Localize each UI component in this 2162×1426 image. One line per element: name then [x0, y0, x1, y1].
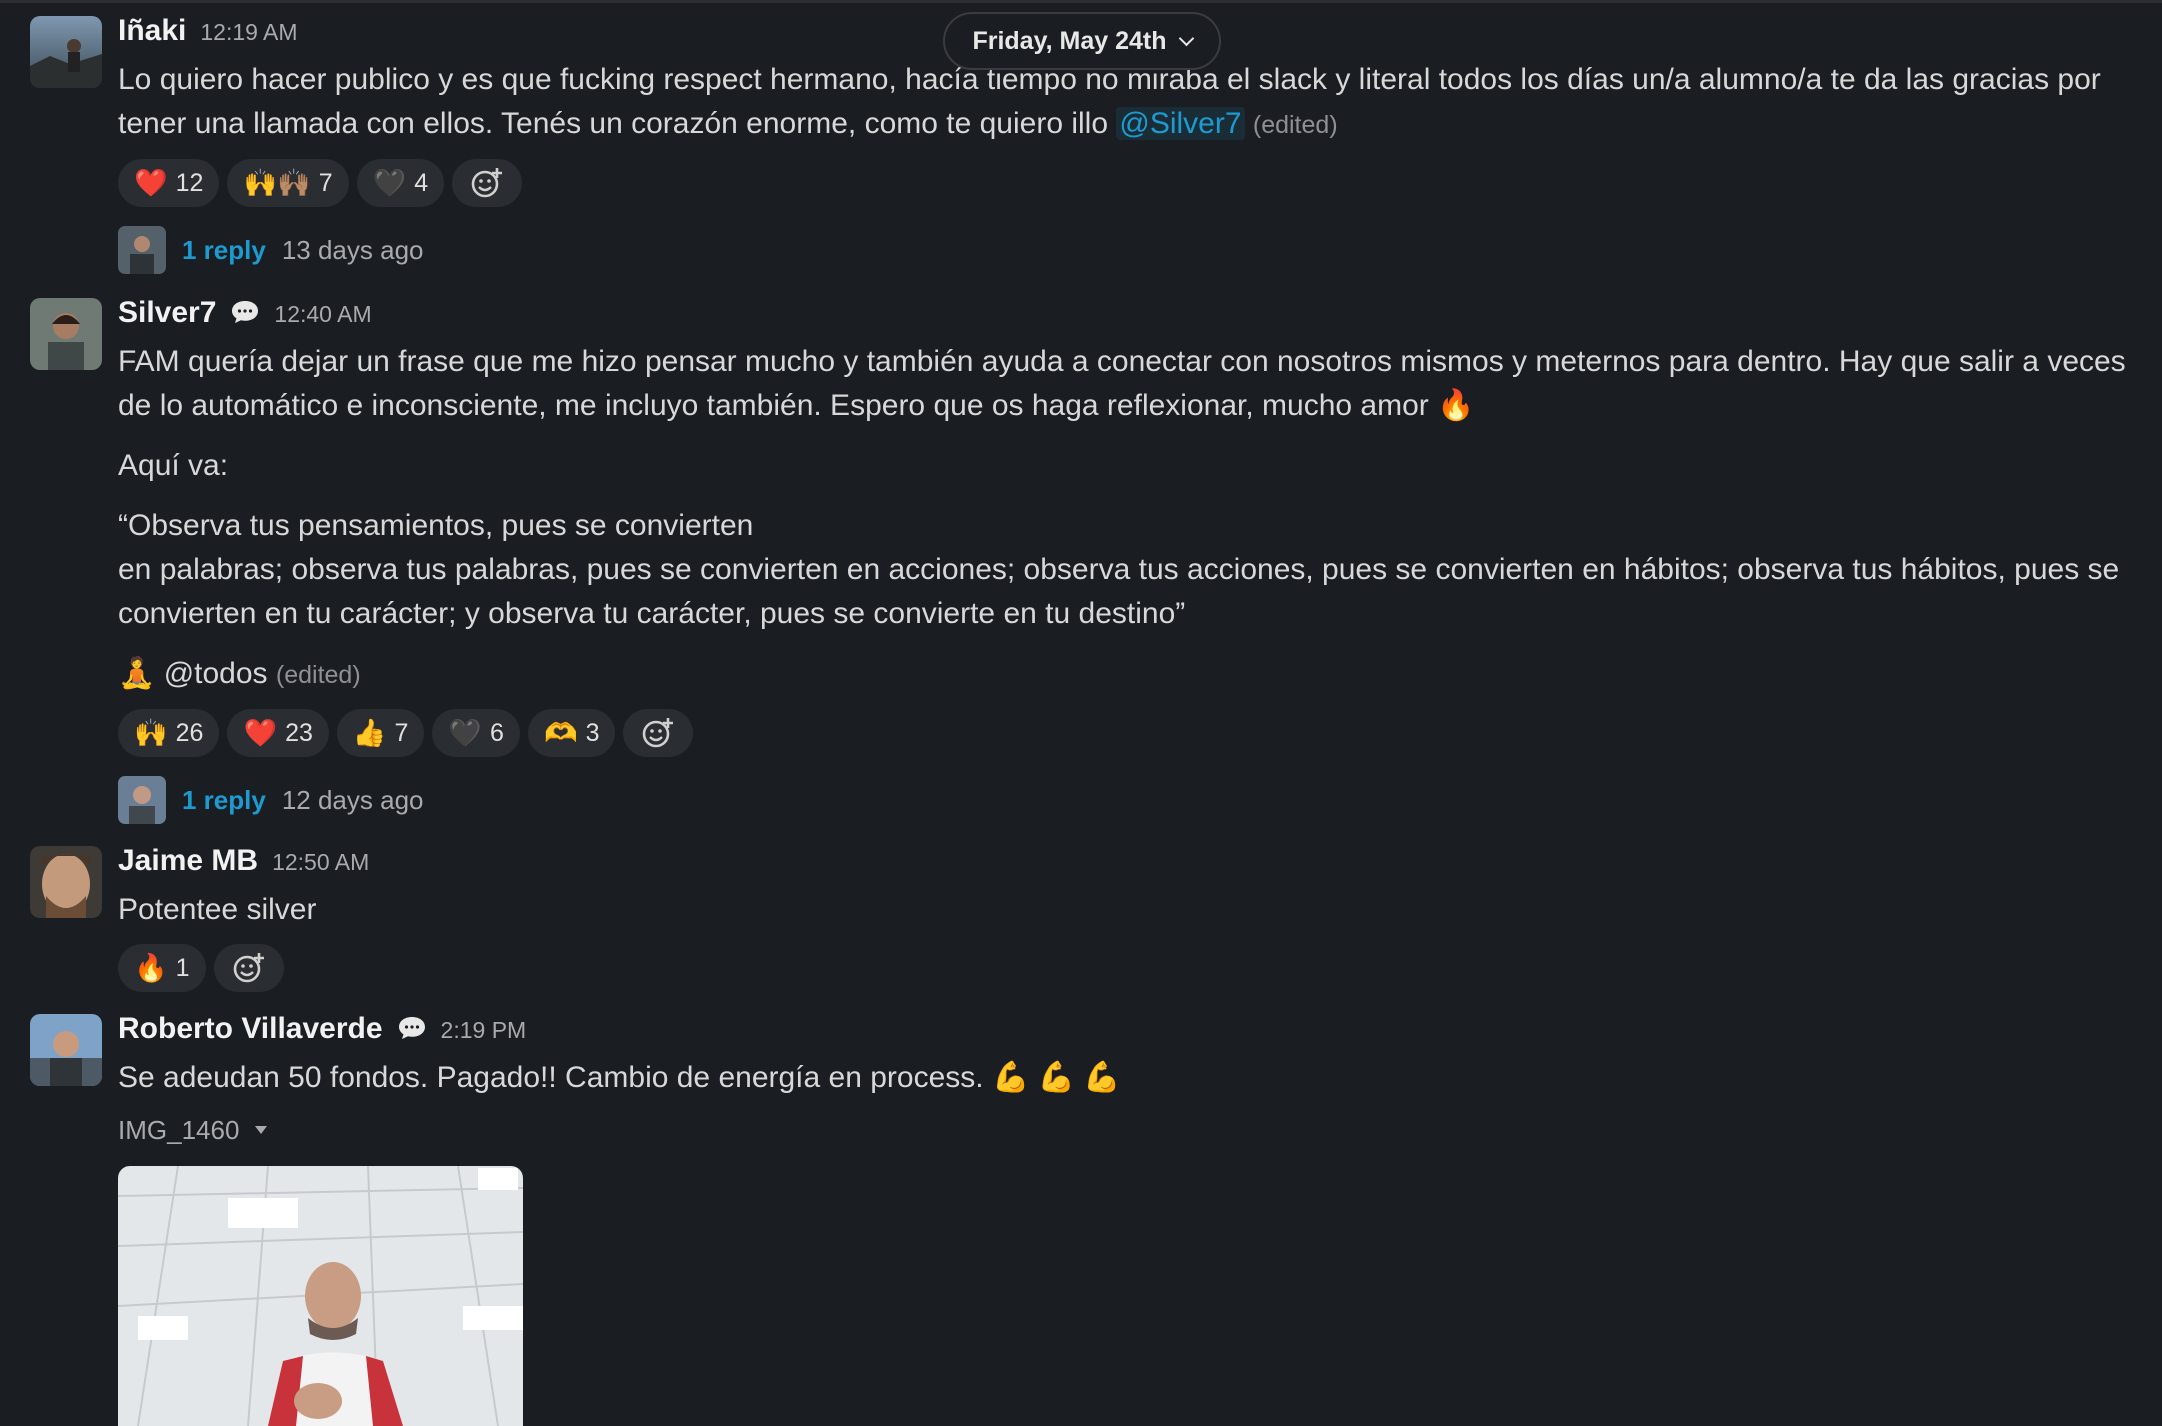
quote-line: en palabras; observa tus palabras, pues …: [118, 553, 2120, 630]
add-reaction-icon: [233, 953, 264, 983]
message-intro: Aquí va:: [118, 449, 229, 482]
reaction-emoji: 🙌: [134, 717, 168, 748]
author-name[interactable]: Jaime MB: [118, 844, 258, 878]
reaction-black-heart[interactable]: 🖤 6: [432, 709, 520, 757]
message-feed: Friday, May 24th Iñaki 12:19 AM Lo quier…: [0, 0, 2162, 1426]
reaction-heart[interactable]: ❤️ 12: [118, 159, 220, 207]
reaction-thumbs-up[interactable]: 👍 7: [336, 709, 425, 757]
caret-down-icon: [255, 1126, 268, 1134]
reaction-raised-hands[interactable]: 🙌🙌🏽 7: [227, 159, 349, 207]
reaction-count: 7: [394, 718, 409, 747]
chevron-down-icon: [1178, 30, 1194, 46]
last-reply-time: 13 days ago: [281, 234, 424, 265]
message-text: FAM quería dejar un frase que me hizo pe…: [118, 340, 2142, 428]
date-divider-label: Friday, May 24th: [972, 26, 1167, 55]
reaction-count: 12: [175, 168, 204, 197]
avatar: [118, 776, 166, 824]
author-name[interactable]: Iñaki: [118, 14, 186, 48]
fire-emoji: 🔥: [1437, 389, 1475, 422]
author-name[interactable]: Silver7: [118, 296, 216, 330]
message-body: Se adeudan 50 fondos. Pagado!! Cambio de…: [118, 1061, 984, 1094]
channel-mention[interactable]: @todos: [164, 657, 268, 690]
reaction-count: 23: [285, 718, 313, 747]
timestamp[interactable]: 12:19 AM: [200, 19, 297, 46]
message-text: Potentee silver: [118, 893, 317, 926]
reaction-heart[interactable]: ❤️ 23: [227, 709, 329, 757]
reaction-emoji: ❤️: [134, 167, 168, 198]
reaction-bar: 🙌 26 ❤️ 23 👍 7 🖤 6 🫶 3: [118, 709, 2142, 757]
add-reaction-icon: [643, 718, 674, 748]
reaction-bar: ❤️ 12 🙌🙌🏽 7 🖤 4: [118, 159, 2142, 207]
avatar[interactable]: [30, 16, 102, 88]
add-reaction-button[interactable]: [452, 159, 523, 207]
reaction-count: 6: [490, 718, 504, 747]
image-attachment[interactable]: [118, 1166, 523, 1426]
add-reaction-button[interactable]: [623, 709, 694, 757]
reaction-emoji: 🙌🙌🏽: [243, 167, 311, 198]
add-reaction-icon: [471, 168, 503, 198]
timestamp[interactable]: 2:19 PM: [441, 1017, 527, 1044]
reaction-emoji: 🫶: [543, 717, 578, 748]
avatar[interactable]: [30, 1014, 102, 1086]
reaction-black-heart[interactable]: 🖤 4: [356, 159, 445, 207]
chat-bubble-icon: [232, 301, 259, 323]
reaction-bar: 🔥 1: [118, 944, 2142, 992]
timestamp[interactable]: 12:40 AM: [274, 301, 371, 328]
reaction-count: 4: [414, 168, 429, 197]
reaction-count: 1: [175, 953, 190, 982]
date-divider-button[interactable]: Friday, May 24th: [943, 12, 1221, 70]
quote-line: “Observa tus pensamientos, pues se convi…: [118, 509, 754, 542]
chat-bubble-icon: [398, 1017, 425, 1039]
user-mention[interactable]: @Silver7: [1116, 107, 1245, 140]
message-text: Se adeudan 50 fondos. Pagado!! Cambio de…: [118, 1056, 2142, 1100]
reaction-count: 26: [175, 718, 204, 747]
last-reply-time: 12 days ago: [281, 784, 424, 815]
add-reaction-button[interactable]: [213, 944, 284, 992]
avatar[interactable]: [30, 846, 102, 918]
reaction-emoji: 🔥: [134, 952, 168, 983]
avatar: [118, 226, 166, 274]
thread-summary[interactable]: 1 reply 13 days ago: [118, 225, 2142, 275]
message-quote: “Observa tus pensamientos, pues se convi…: [118, 504, 2142, 636]
edited-label: (edited): [275, 661, 361, 689]
flexed-biceps-emoji: 💪 💪 💪: [991, 1061, 1121, 1094]
reaction-emoji: 🖤: [448, 717, 483, 748]
reaction-raised-hands[interactable]: 🙌 26: [118, 709, 220, 757]
meditation-emoji: 🧘: [118, 657, 156, 690]
file-name: IMG_1460: [118, 1114, 240, 1145]
reaction-emoji: ❤️: [243, 717, 278, 748]
message-closing: 🧘 @todos (edited): [118, 652, 2142, 697]
reaction-count: 7: [318, 168, 333, 197]
message-body: Lo quiero hacer publico y es que fucking…: [118, 63, 2101, 140]
timestamp[interactable]: 12:50 AM: [272, 849, 369, 876]
reaction-heart-hands[interactable]: 🫶 3: [527, 709, 616, 757]
reply-count-link[interactable]: 1 reply: [182, 235, 266, 266]
reply-count-link[interactable]: 1 reply: [182, 785, 266, 816]
thread-summary[interactable]: 1 reply 12 days ago: [118, 775, 2142, 825]
author-name[interactable]: Roberto Villaverde: [118, 1012, 383, 1046]
reaction-count: 3: [585, 718, 600, 747]
reaction-emoji: 👍: [352, 717, 387, 748]
edited-label: (edited): [1252, 111, 1338, 139]
reaction-emoji: 🖤: [372, 167, 407, 198]
avatar[interactable]: [30, 298, 102, 370]
reaction-fire[interactable]: 🔥 1: [118, 944, 206, 992]
file-attachment-header[interactable]: IMG_1460: [118, 1106, 2142, 1154]
message-text: Lo quiero hacer publico y es que fucking…: [118, 58, 2142, 147]
message-body: FAM quería dejar un frase que me hizo pe…: [118, 345, 2126, 422]
